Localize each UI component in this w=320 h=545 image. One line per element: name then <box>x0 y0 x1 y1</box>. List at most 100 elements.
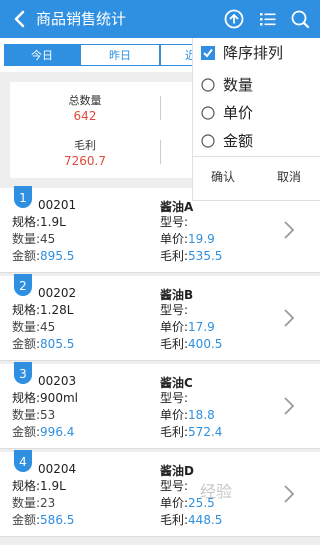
sort-option-label: 金额 <box>223 132 254 150</box>
chevron-right-icon[interactable] <box>283 220 295 240</box>
list-item[interactable]: 2 00202 酱油B 规格:1.28L 数量:45 金额:805.5 型号: 单价:17.9… <box>0 274 320 361</box>
item-quantity: 数量:23 <box>12 496 55 511</box>
page-title: 商品销售统计 <box>36 10 127 28</box>
spec-value: 1.9L <box>40 479 66 493</box>
total-quantity-label: 总数量 <box>68 94 102 107</box>
item-quantity: 数量:53 <box>12 408 55 423</box>
checkbox-checked-icon[interactable] <box>201 46 215 60</box>
item-number-badge: 3 <box>14 362 32 384</box>
list-icon[interactable] <box>258 9 278 29</box>
radio-icon[interactable] <box>201 134 215 148</box>
model-label: 型号: <box>160 215 189 229</box>
sort-descending-label: 降序排列 <box>223 44 284 62</box>
spec-value: 900ml <box>40 391 78 405</box>
item-name: 酱油D <box>160 464 194 478</box>
cancel-button[interactable]: 取消 <box>277 168 301 185</box>
item-price: 单价:18.8 <box>160 408 215 423</box>
tab-yesterday[interactable]: 昨日 <box>80 44 160 66</box>
quantity-label: 数量: <box>12 320 41 334</box>
item-spec: 规格:1.9L <box>12 215 66 230</box>
sort-descending-option[interactable]: 降序排列 <box>201 42 320 64</box>
profit-value: 535.5 <box>188 249 223 263</box>
item-model: 型号: <box>160 391 188 406</box>
sort-menu: 降序排列 数量 单价 金额 确认 取消 <box>192 38 320 201</box>
quantity-value: 45 <box>40 320 56 334</box>
item-profit: 毛利:572.4 <box>160 425 222 440</box>
item-amount: 金额:895.5 <box>12 249 74 264</box>
spec-label: 规格: <box>12 479 41 493</box>
divider <box>193 156 320 157</box>
item-profit: 毛利:535.5 <box>160 249 222 264</box>
back-arrow-icon[interactable] <box>10 9 30 29</box>
search-icon[interactable] <box>290 9 310 29</box>
tab-today[interactable]: 今日 <box>4 44 80 66</box>
upload-circle-icon[interactable] <box>224 9 244 29</box>
item-spec: 规格:900ml <box>12 391 78 406</box>
chevron-right-icon[interactable] <box>283 308 295 328</box>
price-label: 单价: <box>160 408 189 422</box>
item-amount: 金额:586.5 <box>12 513 74 528</box>
sort-option-label: 数量 <box>223 76 254 94</box>
amount-label: 金额: <box>12 249 41 263</box>
price-label: 单价: <box>160 320 189 334</box>
list-item[interactable]: 3 00203 酱油C 规格:900ml 数量:53 金额:996.4 型号: 单价:18.8… <box>0 362 320 449</box>
item-name: 酱油A <box>160 200 194 214</box>
item-model: 型号: <box>160 303 188 318</box>
item-code: 00201 <box>38 198 77 212</box>
item-model: 型号: <box>160 479 188 494</box>
amount-value: 996.4 <box>40 425 75 439</box>
quantity-value: 45 <box>40 232 56 246</box>
item-model: 型号: <box>160 215 188 230</box>
total-quantity-value: 642 <box>73 109 97 123</box>
price-value: 19.9 <box>188 232 215 246</box>
model-label: 型号: <box>160 303 189 317</box>
profit-label: 毛利: <box>160 337 189 351</box>
sort-by-quantity-option[interactable]: 数量 <box>201 74 320 96</box>
item-profit: 毛利:400.5 <box>160 337 222 352</box>
profit-value: 400.5 <box>188 337 223 351</box>
gross-profit-value: 7260.7 <box>64 154 106 168</box>
chevron-right-icon[interactable] <box>283 396 295 416</box>
amount-label: 金额: <box>12 425 41 439</box>
price-value: 18.8 <box>188 408 215 422</box>
model-label: 型号: <box>160 479 189 493</box>
item-amount: 金额:805.5 <box>12 337 74 352</box>
chevron-right-icon[interactable] <box>283 484 295 504</box>
divider <box>160 96 161 120</box>
profit-label: 毛利: <box>160 513 189 527</box>
quantity-label: 数量: <box>12 408 41 422</box>
gross-profit-label: 毛利 <box>74 139 96 152</box>
top-bar: 商品销售统计 <box>0 0 320 38</box>
amount-label: 金额: <box>12 513 41 527</box>
profit-label: 毛利: <box>160 249 189 263</box>
amount-value: 805.5 <box>40 337 75 351</box>
price-label: 单价: <box>160 496 189 510</box>
item-number-badge: 1 <box>14 186 32 208</box>
item-spec: 规格:1.28L <box>12 303 73 318</box>
watermark: 经验 <box>200 482 233 501</box>
amount-value: 586.5 <box>40 513 75 527</box>
sort-by-price-option[interactable]: 单价 <box>201 102 320 124</box>
item-profit: 毛利:448.5 <box>160 513 222 528</box>
profit-value: 448.5 <box>188 513 223 527</box>
spec-label: 规格: <box>12 215 41 229</box>
model-label: 型号: <box>160 391 189 405</box>
sort-by-amount-option[interactable]: 金额 <box>201 130 320 152</box>
item-code: 00203 <box>38 374 77 388</box>
confirm-button[interactable]: 确认 <box>211 168 235 185</box>
list-item[interactable]: 4 00204 酱油D 规格:1.9L 数量:23 金额:586.5 型号: 单价:25.5 毛… <box>0 450 320 537</box>
item-code: 00204 <box>38 462 77 476</box>
item-quantity: 数量:45 <box>12 320 55 335</box>
item-number-badge: 2 <box>14 274 32 296</box>
item-price: 单价:19.9 <box>160 232 215 247</box>
spec-label: 规格: <box>12 391 41 405</box>
item-number-badge: 4 <box>14 450 32 472</box>
item-name: 酱油B <box>160 288 194 302</box>
amount-value: 895.5 <box>40 249 75 263</box>
radio-icon[interactable] <box>201 78 215 92</box>
quantity-label: 数量: <box>12 232 41 246</box>
summary-card: 总数量 642 毛利 7260.7 <box>10 82 196 178</box>
amount-label: 金额: <box>12 337 41 351</box>
radio-icon[interactable] <box>201 106 215 120</box>
quantity-label: 数量: <box>12 496 41 510</box>
